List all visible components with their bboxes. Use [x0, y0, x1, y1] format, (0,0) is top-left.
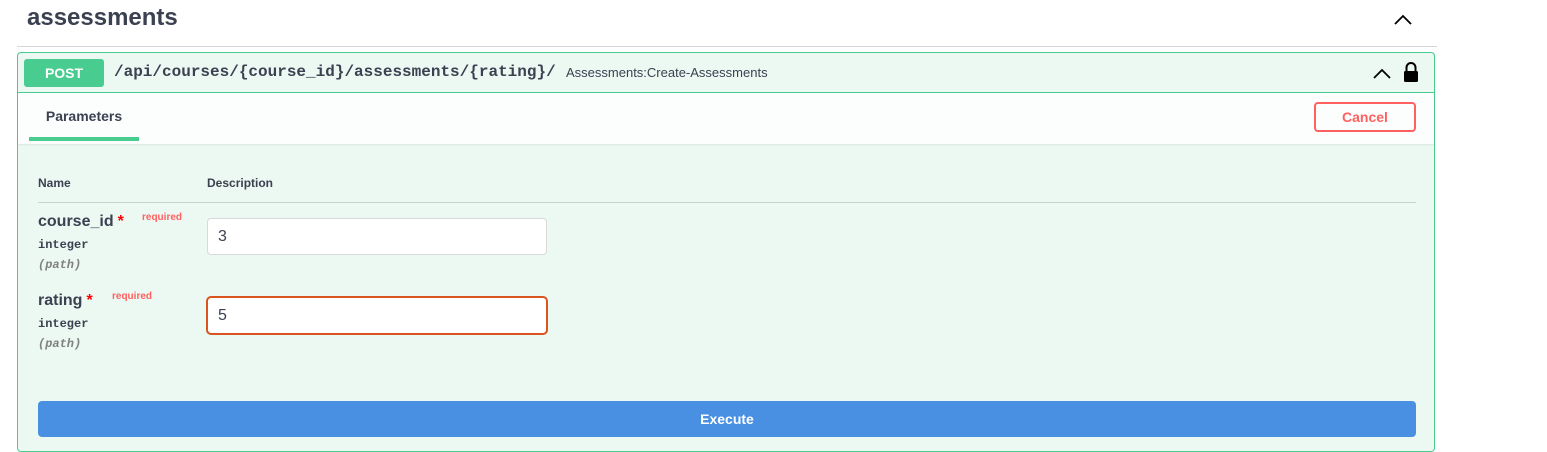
tab-parameters[interactable]: Parameters	[29, 93, 139, 141]
required-label: required	[112, 291, 153, 302]
execute-button[interactable]: Execute	[38, 401, 1416, 437]
column-header-description: Description	[207, 176, 274, 190]
parameter-location: (path)	[38, 258, 82, 272]
parameter-location: (path)	[38, 337, 82, 351]
section-title: assessments	[27, 4, 178, 31]
operation-block: POST /api/courses/{course_id}/assessment…	[17, 52, 1435, 452]
chevron-up-icon[interactable]	[1372, 64, 1392, 84]
endpoint-path: /api/courses/{course_id}/assessments/{ra…	[114, 63, 556, 81]
parameter-type: integer	[38, 317, 89, 331]
parameter-type: integer	[38, 238, 89, 252]
rating-input[interactable]	[206, 296, 548, 335]
parameter-name: rating *	[38, 292, 93, 310]
section-header[interactable]: assessments	[17, 0, 1437, 47]
parameter-name-text: course_id	[38, 213, 114, 230]
required-star: *	[117, 213, 124, 230]
required-label: required	[142, 212, 183, 223]
parameters-header: Parameters Cancel	[18, 93, 1434, 144]
required-star: *	[86, 292, 93, 309]
method-badge: POST	[24, 59, 104, 87]
parameter-name: course_id *	[38, 213, 124, 231]
chevron-up-icon[interactable]	[1393, 10, 1413, 30]
column-header-name: Name	[38, 176, 71, 190]
cancel-button[interactable]: Cancel	[1314, 102, 1416, 132]
operation-description: Assessments:Create-Assessments	[566, 65, 768, 80]
lock-icon[interactable]	[1402, 61, 1420, 83]
table-divider	[38, 202, 1416, 203]
course-id-input[interactable]	[207, 218, 547, 255]
operation-summary[interactable]: POST /api/courses/{course_id}/assessment…	[18, 53, 1434, 93]
parameter-name-text: rating	[38, 292, 83, 309]
